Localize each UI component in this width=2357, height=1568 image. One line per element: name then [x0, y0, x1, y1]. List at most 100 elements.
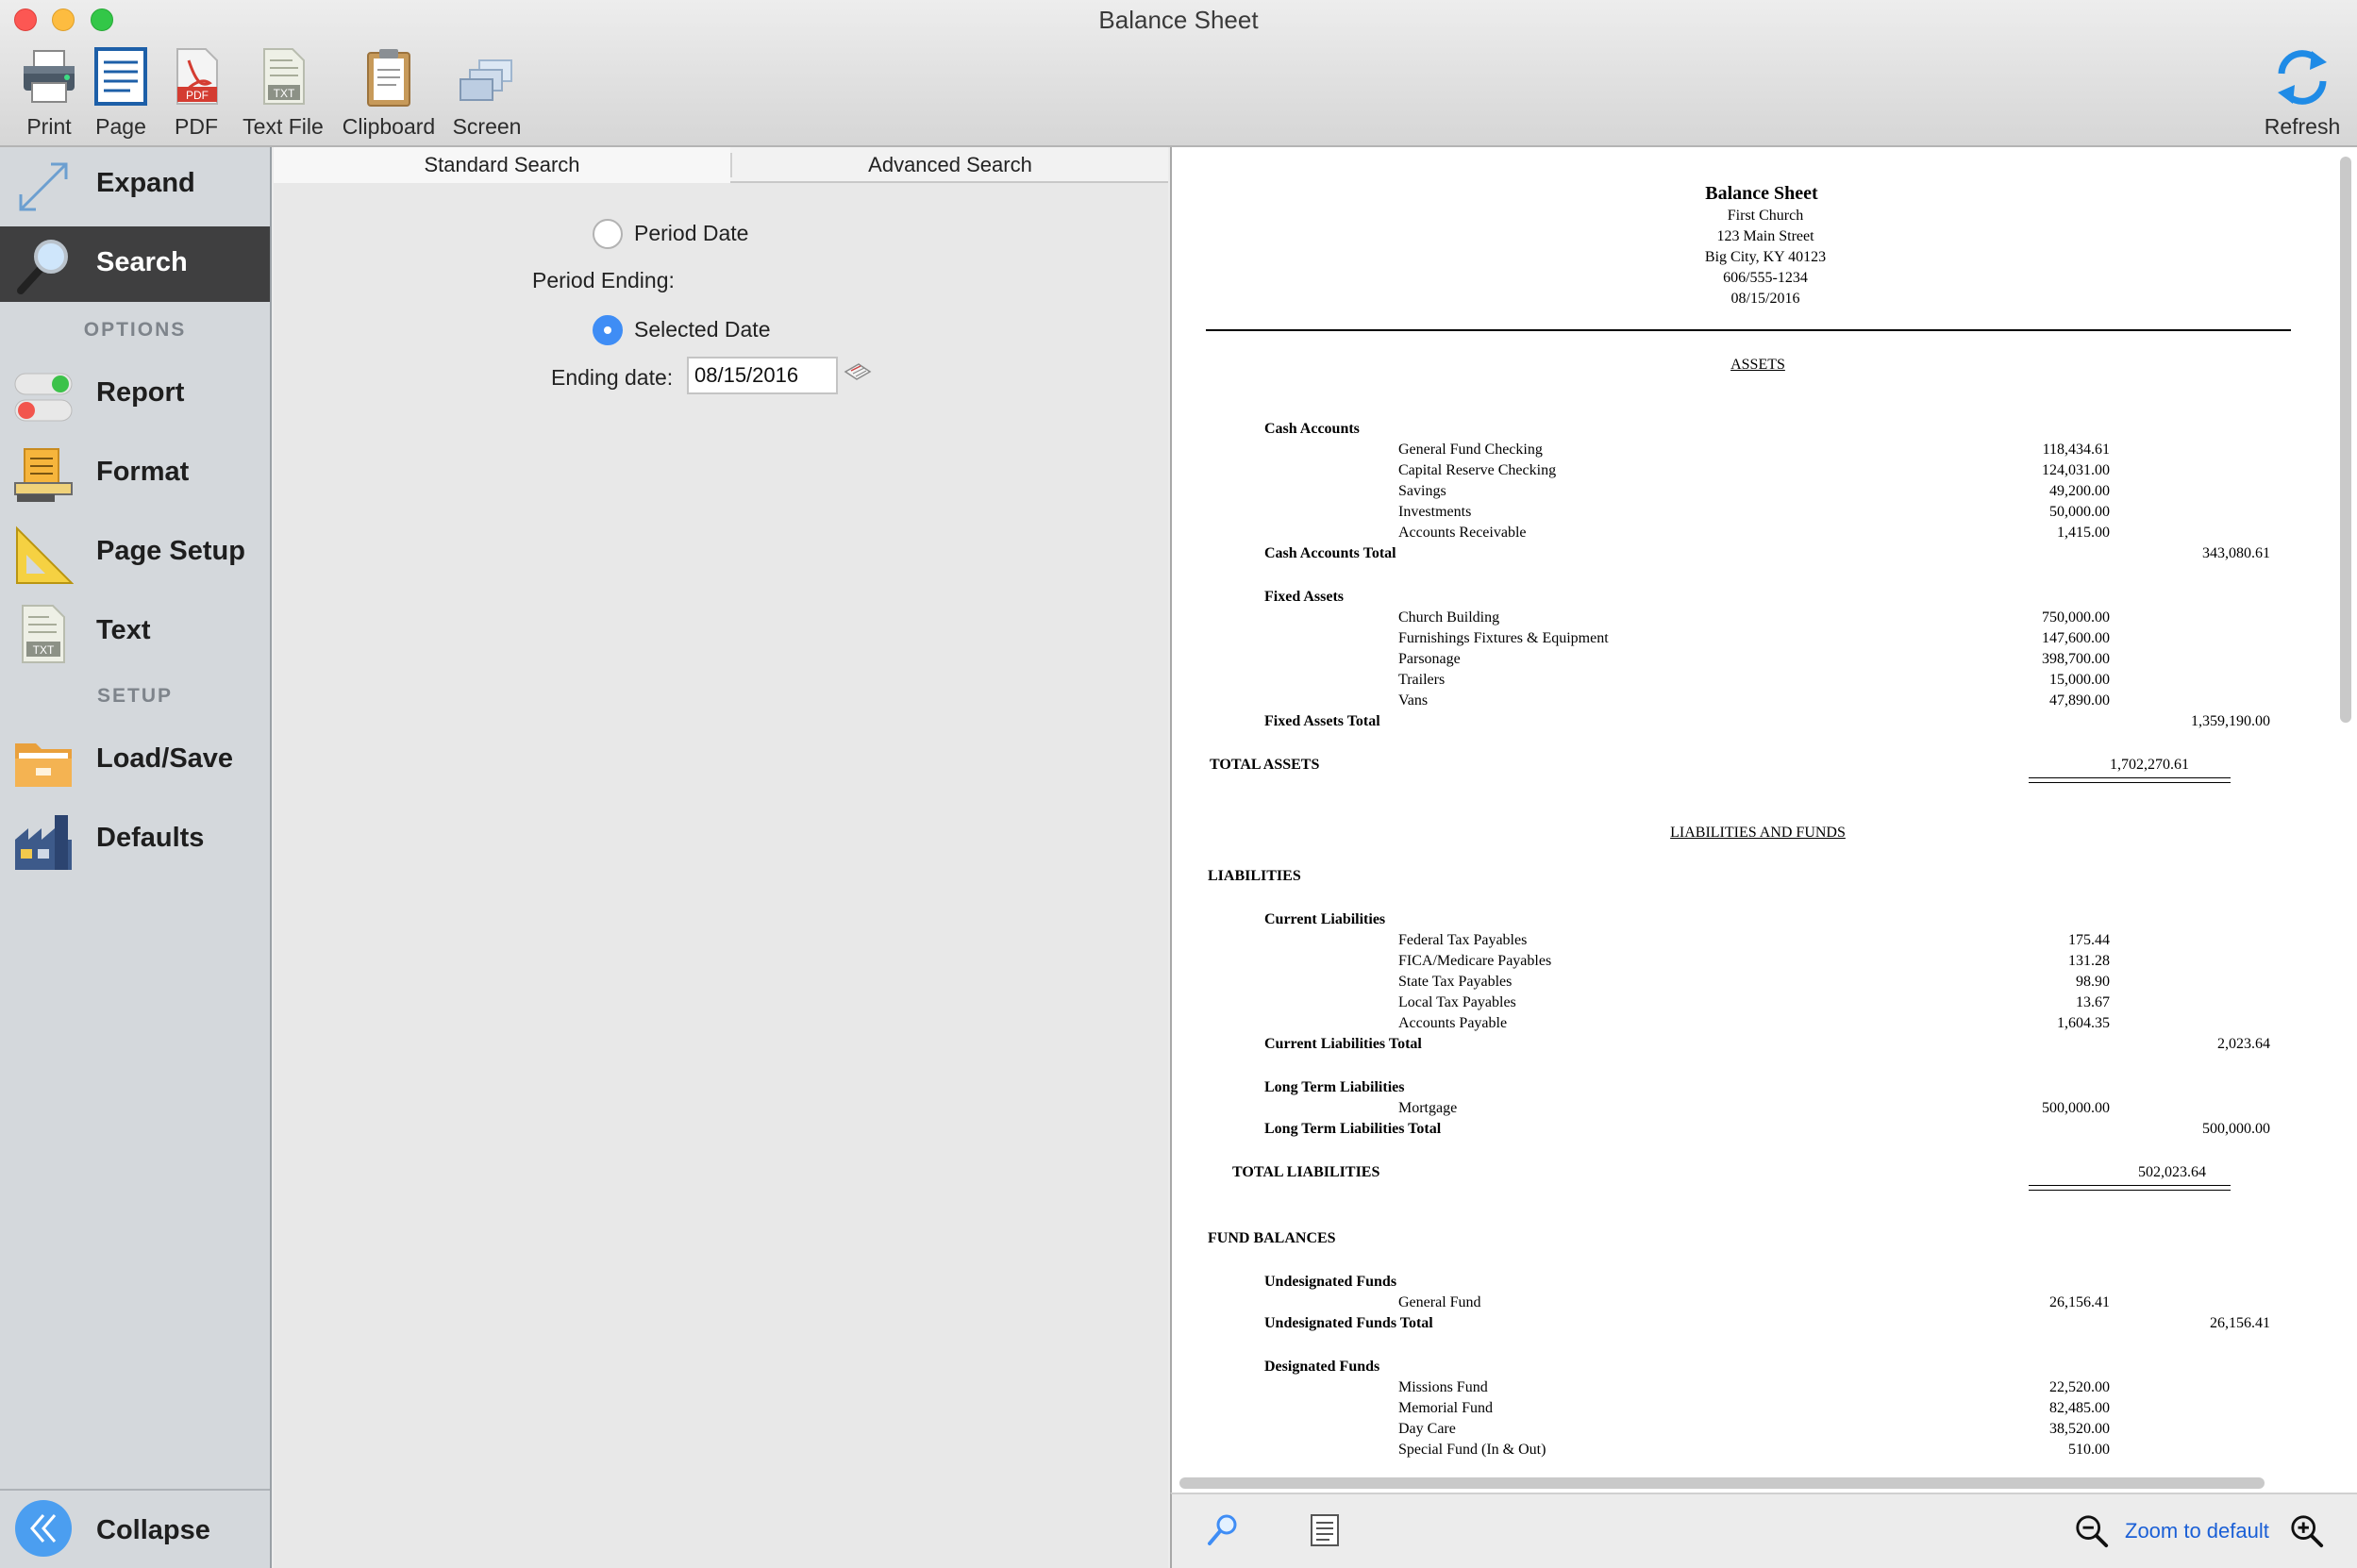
sidebar-item-search-label: Search — [96, 247, 188, 277]
collapse-button[interactable]: Collapse — [0, 1489, 270, 1568]
total-assets-double-rule — [2029, 777, 2231, 778]
sidebar-item-report[interactable]: Report — [0, 357, 270, 432]
sidebar-item-expand-label: Expand — [96, 168, 195, 198]
sidebar-item-load-save[interactable]: Load/Save — [0, 723, 270, 798]
sidebar-item-defaults[interactable]: Defaults — [0, 802, 270, 877]
sidebar-item-expand[interactable]: Expand — [0, 147, 270, 223]
long-item-amount: 500,000.00 — [2042, 1100, 2110, 1116]
refresh-button[interactable]: Refresh — [2255, 42, 2349, 140]
period-ending-label: Period Ending: — [532, 268, 675, 292]
sidebar-item-text[interactable]: TXT Text — [0, 594, 270, 670]
txt-file-icon: TXT — [22, 605, 65, 663]
folder-icon — [15, 743, 72, 787]
cash-item-amount: 49,200.00 — [2049, 483, 2110, 499]
window-title: Balance Sheet — [1098, 6, 1259, 34]
long-total-amount: 500,000.00 — [2202, 1121, 2270, 1137]
cash-item-name: General Fund Checking — [1398, 442, 1543, 458]
current-item-name: Federal Tax Payables — [1398, 932, 1528, 948]
period-date-label: Period Date — [634, 221, 749, 245]
undesignated-item-name: General Fund — [1398, 1294, 1481, 1310]
txt-icon-badge: TXT — [274, 87, 295, 100]
screen-icon — [460, 59, 512, 101]
pdf-icon-badge: PDF — [186, 89, 209, 102]
selected-date-radio[interactable] — [593, 315, 623, 345]
cash-item-amount: 118,434.61 — [2042, 442, 2110, 458]
fixed-item-name: Church Building — [1398, 609, 1500, 626]
current-item-name: Local Tax Payables — [1398, 994, 1516, 1010]
sidebar-item-defaults-label: Defaults — [96, 823, 205, 853]
current-item-name: Accounts Payable — [1398, 1015, 1508, 1031]
report-preview[interactable]: Balance Sheet First Church 123 Main Stre… — [1170, 147, 2357, 1493]
current-total-label: Current Liabilities Total — [1264, 1036, 1422, 1052]
tab-advanced-search[interactable]: Advanced Search — [732, 147, 1168, 183]
page-view-icon[interactable] — [1306, 1511, 1344, 1549]
cash-item-name: Investments — [1398, 504, 1472, 520]
ending-date-field[interactable] — [687, 357, 838, 394]
current-item-amount: 131.28 — [2068, 953, 2110, 969]
designated-item-amount: 510.00 — [2068, 1442, 2110, 1458]
fixed-item-name: Furnishings Fixtures & Equipment — [1398, 630, 1609, 646]
zoom-in-icon[interactable] — [2289, 1513, 2325, 1549]
designated-item-name: Missions Fund — [1398, 1379, 1488, 1395]
current-item-name: State Tax Payables — [1398, 974, 1513, 990]
selected-date-label: Selected Date — [634, 317, 771, 342]
fixed-item-amount: 47,890.00 — [2049, 692, 2110, 709]
period-date-radio[interactable] — [593, 219, 623, 249]
calendar-icon[interactable] — [844, 362, 872, 381]
refresh-icon — [2278, 50, 2327, 105]
page-icon — [94, 47, 147, 106]
cash-total-amount: 343,080.61 — [2202, 545, 2270, 561]
zoom-out-icon[interactable] — [2074, 1513, 2110, 1549]
cash-item-amount: 50,000.00 — [2049, 504, 2110, 520]
designated-item-amount: 82,485.00 — [2049, 1400, 2110, 1416]
cash-total-label: Cash Accounts Total — [1264, 545, 1396, 561]
undesignated-total-label: Undesignated Funds Total — [1264, 1315, 1433, 1331]
undesignated-total-amount: 26,156.41 — [2210, 1315, 2270, 1331]
vertical-scrollbar[interactable] — [2340, 157, 2351, 723]
current-item-amount: 175.44 — [2068, 932, 2110, 948]
report-title: Balance Sheet — [1705, 183, 1818, 204]
title-toolbar: Balance Sheet Print Page PDF PDF TXT Tex… — [0, 0, 2357, 147]
fixed-assets-heading: Fixed Assets — [1264, 589, 1344, 605]
fixed-total-label: Fixed Assets Total — [1264, 713, 1380, 729]
long-total-label: Long Term Liabilities Total — [1264, 1121, 1442, 1137]
find-icon[interactable] — [1204, 1511, 1242, 1549]
sidebar-item-load-save-label: Load/Save — [96, 743, 234, 774]
long-term-heading: Long Term Liabilities — [1264, 1079, 1405, 1095]
sidebar-item-format[interactable]: Format — [0, 436, 270, 511]
sidebar-item-search[interactable]: Search — [0, 226, 270, 302]
horizontal-scrollbar[interactable] — [1179, 1477, 2265, 1489]
double-chevron-left-icon — [15, 1500, 72, 1557]
total-liabilities-double-rule — [2029, 1190, 2231, 1191]
fixed-item-name: Parsonage — [1398, 651, 1461, 667]
current-item-amount: 1,604.35 — [2057, 1015, 2110, 1031]
search-tabs: Standard Search Advanced Search — [274, 147, 1168, 183]
screen-button[interactable]: Screen — [438, 42, 536, 140]
fixed-total-amount: 1,359,190.00 — [2191, 713, 2270, 729]
designated-item-name: Memorial Fund — [1398, 1400, 1493, 1416]
report-date: 08/15/2016 — [1730, 291, 1800, 307]
designated-item-name: Special Fund (In & Out) — [1398, 1442, 1546, 1458]
total-assets-double-rule — [2029, 782, 2231, 783]
report-org: First Church — [1727, 208, 1804, 224]
sidebar-item-page-setup[interactable]: Page Setup — [0, 515, 270, 591]
pdf-icon: PDF — [176, 48, 218, 105]
cash-item-amount: 1,415.00 — [2057, 525, 2110, 541]
long-item-name: Mortgage — [1398, 1100, 1458, 1116]
liabilities-funds-header: LIABILITIES AND FUNDS — [1670, 825, 1846, 841]
sidebar-item-page-setup-label: Page Setup — [96, 536, 245, 566]
report-address: 123 Main Street — [1716, 228, 1814, 244]
total-liabilities-amount: 502,023.64 — [2138, 1164, 2206, 1180]
designated-item-amount: 38,520.00 — [2049, 1421, 2110, 1437]
tab-standard-search[interactable]: Standard Search — [274, 147, 730, 183]
text-file-button[interactable]: TXT Text File — [234, 42, 332, 140]
cash-item-name: Savings — [1398, 483, 1446, 499]
fixed-item-amount: 147,600.00 — [2042, 630, 2110, 646]
sidebar-txt-badge: TXT — [33, 643, 55, 657]
cash-item-name: Capital Reserve Checking — [1398, 462, 1557, 478]
current-item-amount: 98.90 — [2076, 974, 2110, 990]
sidebar-item-text-label: Text — [96, 615, 151, 645]
zoom-to-default-link[interactable]: Zoom to default — [2125, 1519, 2269, 1543]
assets-header: ASSETS — [1730, 357, 1785, 373]
format-icon — [14, 448, 73, 502]
